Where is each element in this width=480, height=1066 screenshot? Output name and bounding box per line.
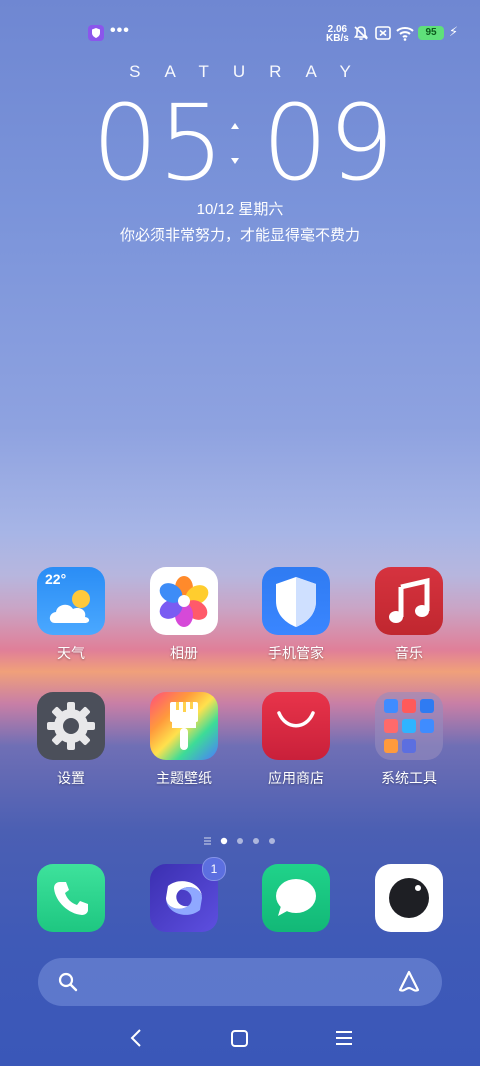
recents-button[interactable]	[332, 1020, 356, 1056]
notification-badge: 1	[202, 857, 226, 881]
page-list-icon	[204, 837, 211, 845]
app-phone-manager[interactable]: 手机管家	[246, 567, 346, 663]
message-icon	[262, 864, 330, 932]
dock-messages[interactable]	[246, 864, 346, 932]
camera-icon	[375, 864, 443, 932]
back-button[interactable]	[124, 1020, 148, 1056]
app-store[interactable]: 应用商店	[246, 692, 346, 788]
dock-phone[interactable]	[21, 864, 121, 932]
security-shield-icon	[262, 567, 330, 635]
motto-text: 你必须非常努力，才能显得毫不费力	[119, 227, 360, 244]
folder-system-tools[interactable]: 系统工具	[359, 692, 459, 788]
home-button[interactable]	[228, 1020, 252, 1056]
speed-unit: KB/s	[326, 33, 349, 44]
app-label: 设置	[57, 770, 85, 786]
battery-icon: 95	[418, 26, 444, 40]
status-bar: ••• 2.06 KB/s 95 ⚡	[0, 0, 480, 66]
close-box-icon	[375, 26, 391, 40]
date-label: 10/12 星期六	[196, 201, 284, 218]
gallery-icon	[150, 567, 218, 635]
search-icon	[58, 972, 78, 992]
dock-camera[interactable]	[359, 864, 459, 932]
page-indicator[interactable]	[0, 836, 480, 846]
clock-minute[interactable]: 09	[262, 88, 394, 198]
weekday-label: SATURAY	[129, 62, 375, 81]
phone-icon	[37, 864, 105, 932]
page-dot-active	[220, 837, 228, 845]
app-label: 音乐	[395, 645, 423, 661]
music-icon	[375, 567, 443, 635]
clock-separator-icon	[231, 123, 239, 164]
charging-icon: ⚡	[449, 24, 459, 39]
page-dot	[269, 838, 275, 844]
settings-gear-icon	[37, 692, 105, 760]
app-store-icon	[262, 692, 330, 760]
more-dots-icon: •••	[110, 22, 130, 39]
search-bar[interactable]	[38, 958, 442, 1006]
weather-icon: 22°	[37, 567, 105, 635]
wifi-icon	[396, 27, 414, 41]
battery-level: 95	[425, 27, 437, 38]
app-label: 手机管家	[268, 645, 324, 661]
app-label: 相册	[170, 645, 198, 661]
assistant-icon[interactable]	[396, 969, 422, 995]
theme-brush-icon	[150, 692, 218, 760]
app-music[interactable]: 音乐	[359, 567, 459, 663]
shield-icon	[88, 25, 104, 41]
page-dot	[253, 838, 259, 844]
app-label: 系统工具	[381, 770, 437, 786]
network-speed: 2.06 KB/s	[326, 25, 349, 44]
app-gallery[interactable]: 相册	[134, 567, 234, 663]
system-tools-folder-icon	[375, 692, 443, 760]
app-label: 天气	[57, 645, 85, 661]
clock-hour[interactable]: 05	[92, 88, 224, 198]
mute-bell-icon	[353, 26, 369, 40]
app-label: 应用商店	[268, 770, 324, 786]
app-label: 主题壁纸	[156, 770, 212, 786]
app-settings[interactable]: 设置	[21, 692, 121, 788]
app-weather[interactable]: 22° 天气	[21, 567, 121, 663]
app-theme[interactable]: 主题壁纸	[134, 692, 234, 788]
page-dot	[237, 838, 243, 844]
